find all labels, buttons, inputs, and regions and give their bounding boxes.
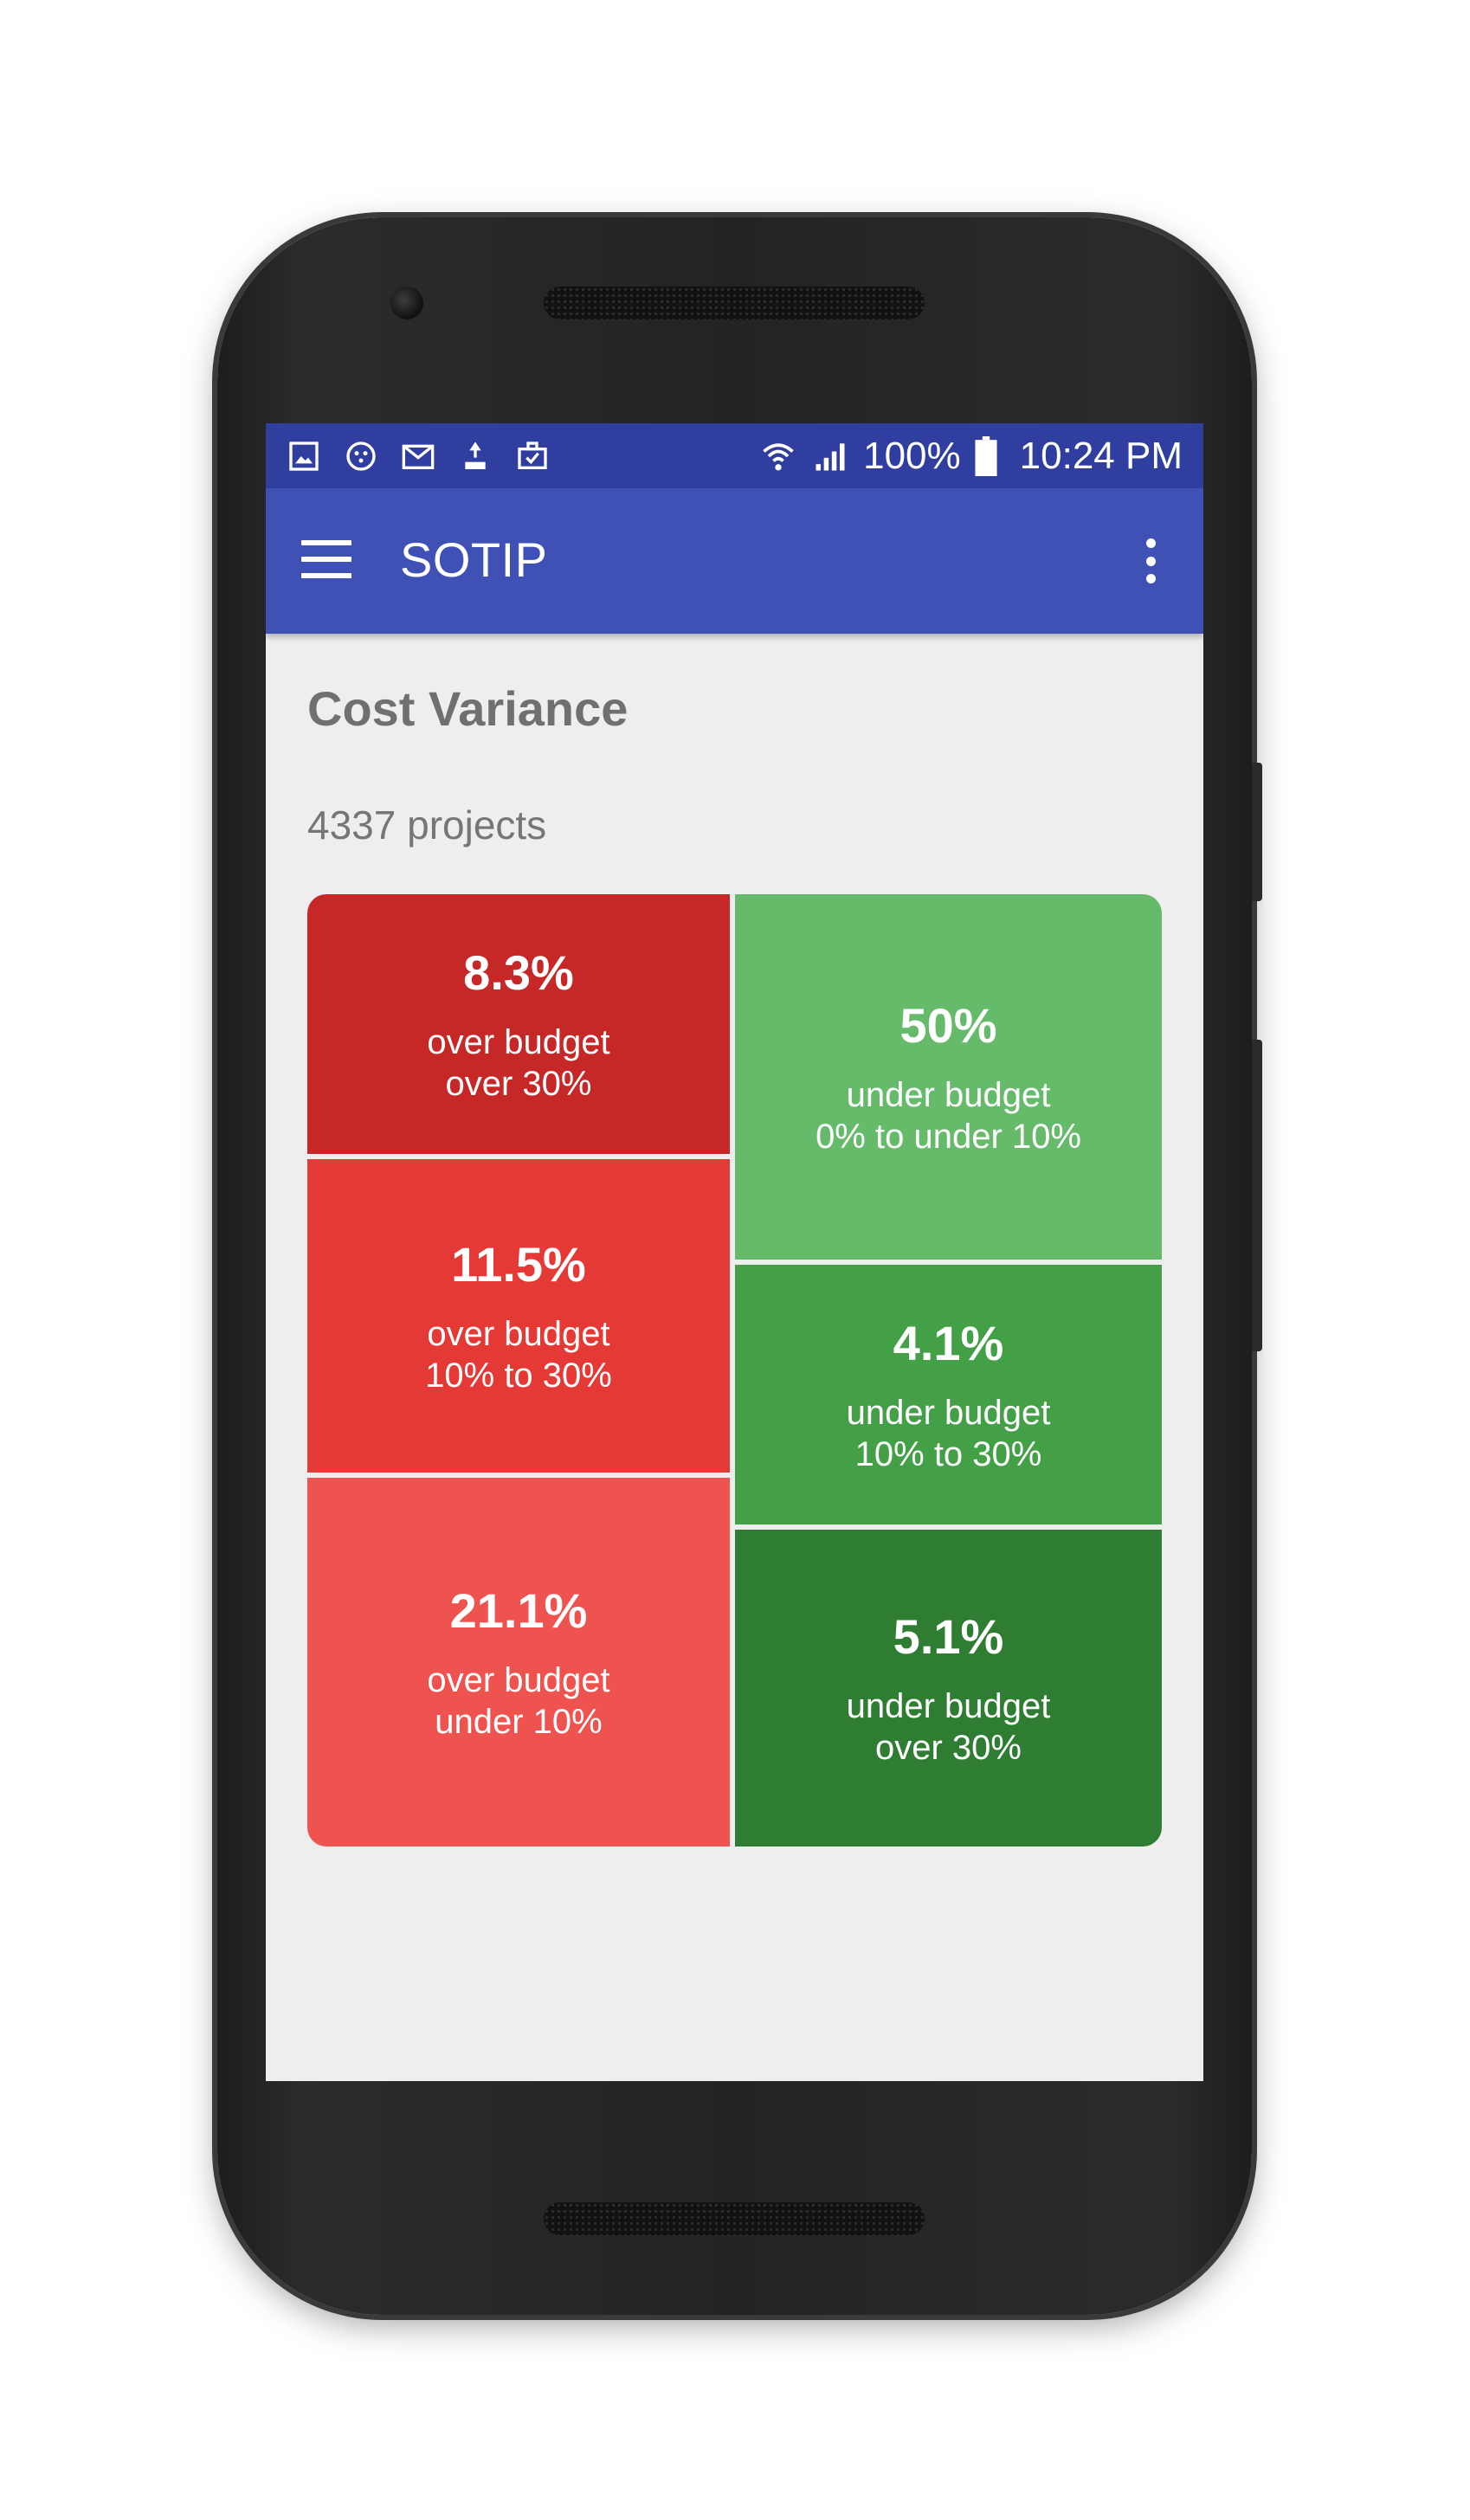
tile-under-budget-10-30[interactable]: 4.1% under budget 10% to 30% <box>735 1265 1162 1524</box>
tile-under-budget-over-30[interactable]: 5.1% under budget over 30% <box>735 1530 1162 1846</box>
signal-icon <box>816 442 845 470</box>
front-camera <box>390 287 423 319</box>
wifi-icon <box>763 442 794 470</box>
tile-label: under budget <box>846 1393 1051 1432</box>
battery-percent: 100% <box>863 434 961 477</box>
volume-button <box>1252 1040 1262 1351</box>
face-icon <box>346 441 376 471</box>
app-title: SOTIP <box>400 532 548 587</box>
briefcase-icon <box>518 441 547 469</box>
menu-icon[interactable] <box>301 540 351 578</box>
overflow-menu-icon[interactable] <box>1144 538 1157 583</box>
project-count: 4337 projects <box>307 802 547 848</box>
tile-over-budget-10-30[interactable]: 11.5% over budget 10% to 30% <box>307 1159 730 1473</box>
status-bar: 100% 10:24 PM <box>266 423 1203 488</box>
download-icon <box>465 441 486 469</box>
app-toolbar: SOTIP <box>266 488 1203 634</box>
power-button <box>1252 763 1262 901</box>
tile-percent: 50% <box>899 997 997 1053</box>
tile-range: under 10% <box>435 1702 603 1741</box>
tile-range: over 30% <box>445 1064 592 1103</box>
battery-icon <box>975 435 997 476</box>
tile-range: 10% to 30% <box>425 1356 612 1395</box>
tile-percent: 4.1% <box>893 1315 1004 1370</box>
tile-percent: 21.1% <box>449 1582 588 1638</box>
tile-label: over budget <box>427 1022 610 1061</box>
tile-percent: 8.3% <box>463 944 574 1000</box>
tile-range: over 30% <box>875 1728 1022 1767</box>
tile-label: over budget <box>427 1660 610 1699</box>
tile-percent: 11.5% <box>451 1236 586 1292</box>
notification-icons <box>287 439 550 474</box>
mail-icon <box>402 444 435 469</box>
tile-label: under budget <box>846 1075 1051 1114</box>
tile-range: 0% to under 10% <box>816 1117 1081 1156</box>
tile-percent: 5.1% <box>893 1608 1004 1664</box>
tile-range: 10% to 30% <box>854 1434 1042 1473</box>
tile-label: over budget <box>427 1314 610 1353</box>
tile-over-budget-over-30[interactable]: 8.3% over budget over 30% <box>307 894 730 1154</box>
tile-under-budget-0-10[interactable]: 50% under budget 0% to under 10% <box>735 894 1162 1260</box>
tile-label: under budget <box>846 1686 1051 1725</box>
clock: 10:24 PM <box>1019 434 1183 477</box>
page-title: Cost Variance <box>307 681 629 736</box>
image-icon <box>289 441 319 471</box>
bottom-speaker <box>544 2202 925 2235</box>
phone-screen: 100% 10:24 PM SOTIP Cost Variance 4337 p… <box>266 423 1203 2081</box>
top-speaker <box>544 287 925 319</box>
status-right: 100% 10:24 PM <box>759 423 1183 488</box>
cost-variance-treemap: 8.3% over budget over 30% 11.5% over bud… <box>307 894 1162 1846</box>
tile-over-budget-under-10[interactable]: 21.1% over budget under 10% <box>307 1478 730 1846</box>
